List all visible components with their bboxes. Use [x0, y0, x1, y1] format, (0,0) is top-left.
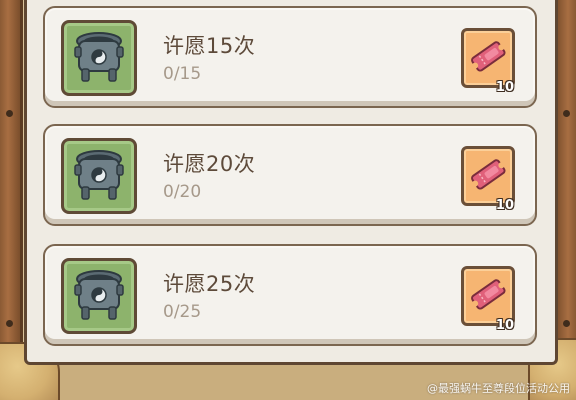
cauldron-thumbnail	[61, 258, 137, 334]
rivet	[563, 320, 570, 327]
quest-title: 许愿20次	[163, 152, 256, 176]
cauldron-thumbnail	[61, 20, 137, 96]
ticket-icon	[471, 159, 506, 190]
reward-slot[interactable]: 10	[461, 266, 515, 333]
reward-count: 10	[495, 198, 514, 213]
rivet	[563, 110, 570, 117]
quest-row[interactable]: 许愿15次 0/15 10	[43, 6, 537, 108]
watermark: @最强蜗牛至尊段位活动公用	[427, 382, 570, 395]
quest-title: 许愿25次	[163, 272, 256, 296]
cauldron-icon	[74, 270, 124, 320]
reward-slot[interactable]: 10	[461, 28, 515, 95]
cauldron-thumbnail	[61, 138, 137, 214]
ticket-icon	[471, 41, 506, 72]
quest-progress: 0/20	[163, 182, 202, 202]
quest-progress: 0/25	[163, 302, 202, 322]
rivet	[6, 110, 13, 117]
rivet	[6, 320, 13, 327]
ticket-icon	[471, 279, 506, 310]
wish-quest-panel: 许愿15次 0/15 10 许愿20次 0/20 10 许愿25次 0/25 1…	[24, 0, 558, 365]
quest-progress: 0/15	[163, 64, 202, 84]
wood-frame-left	[0, 0, 23, 400]
quest-row[interactable]: 许愿20次 0/20 10	[43, 124, 537, 226]
cauldron-icon	[74, 32, 124, 82]
cauldron-icon	[74, 150, 124, 200]
reward-slot[interactable]: 10	[461, 146, 515, 213]
reward-count: 10	[495, 80, 514, 95]
quest-title: 许愿15次	[163, 34, 256, 58]
reward-count: 10	[495, 318, 514, 333]
quest-row[interactable]: 许愿25次 0/25 10	[43, 244, 537, 346]
